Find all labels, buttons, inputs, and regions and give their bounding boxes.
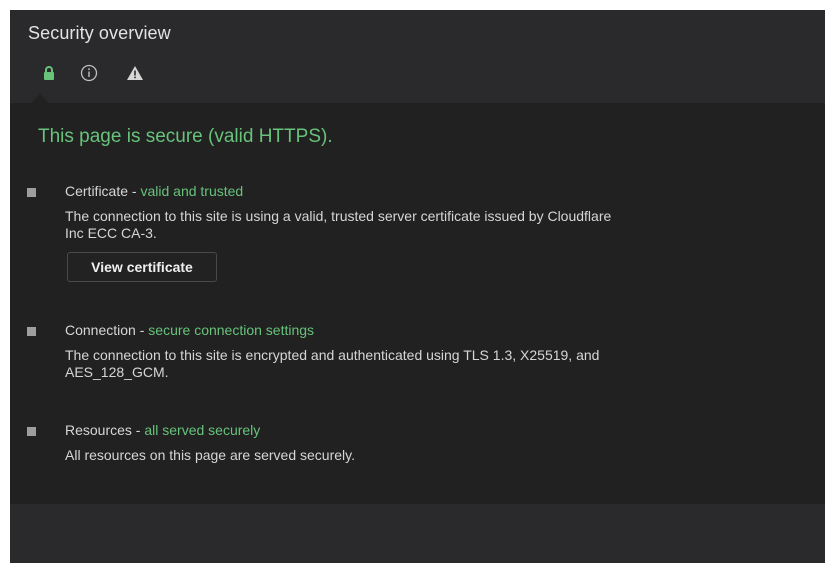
panel-footer <box>10 504 825 563</box>
connection-label: Connection - <box>65 322 149 338</box>
info-icon[interactable] <box>78 62 100 84</box>
warning-icon[interactable] <box>124 62 146 84</box>
certificate-description: The connection to this site is using a v… <box>65 208 612 241</box>
section-bullet <box>27 427 36 436</box>
view-certificate-button[interactable]: View certificate <box>67 252 217 282</box>
certificate-status: valid and trusted <box>140 183 244 199</box>
lock-icon[interactable] <box>38 62 60 84</box>
certificate-label: Certificate - <box>65 183 141 199</box>
connection-status: secure connection settings <box>148 322 315 338</box>
connection-title: Connection - secure connection settings <box>65 322 314 338</box>
resources-title: Resources - all served securely <box>65 422 260 438</box>
resources-description: All resources on this page are served se… <box>65 447 355 463</box>
security-summary: This page is secure (valid HTTPS). <box>38 126 333 147</box>
resources-status: all served securely <box>144 422 261 438</box>
panel-title: Security overview <box>28 23 171 43</box>
connection-description: The connection to this site is encrypted… <box>65 347 600 380</box>
security-details: This page is secure (valid HTTPS). Certi… <box>10 103 825 504</box>
active-tab-pointer <box>31 94 49 103</box>
certificate-title: Certificate - valid and trusted <box>65 183 243 199</box>
security-panel: Security overview This page is secure (v… <box>10 10 825 563</box>
section-bullet <box>27 327 36 336</box>
panel-header: Security overview <box>10 10 825 103</box>
section-bullet <box>27 188 36 197</box>
resources-label: Resources - <box>65 422 145 438</box>
